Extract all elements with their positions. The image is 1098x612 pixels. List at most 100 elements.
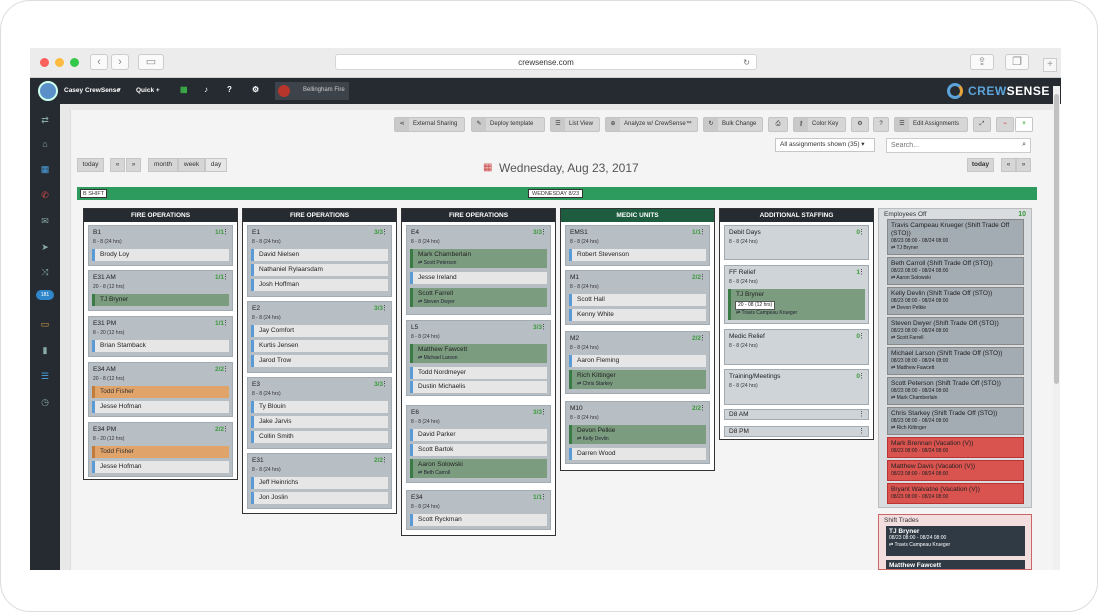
assignment-slot[interactable]: Mark Chamberlain ⇄ Scott Peterson (410, 249, 547, 268)
unit-card-e34pm[interactable]: E34 PM 2/2 ⋮ 8 - 20 (12 hrs) Todd Fisher Jess… (88, 422, 233, 477)
assignment-slot[interactable]: Jeff Heinrichs (251, 477, 388, 489)
analyze-button[interactable]: ⊕ Analyze w/ CrewSense™ (605, 117, 698, 132)
user-menu[interactable]: Casey CrewSense (64, 87, 120, 94)
assignment-slot[interactable]: David Nielsen (251, 249, 388, 261)
employee-off-item[interactable]: Steven Dwyer (Shift Trade Off (STO)) 08/2… (887, 317, 1024, 345)
prev-right-button[interactable]: « (1001, 158, 1016, 172)
assignment-slot[interactable]: Ty Blouin (251, 401, 388, 413)
deploy-template-button[interactable]: ✎ Deploy template (471, 117, 545, 132)
print-button[interactable]: ⎙ (768, 117, 788, 132)
employee-off-item[interactable]: Matthew Davis (Vacation (V)) 08/23 08:00 … (887, 460, 1024, 481)
assignment-slot[interactable]: Todd Nordmeyer (410, 367, 547, 379)
bell-icon[interactable]: ♪ (204, 85, 208, 94)
sidebar-toggle-icon[interactable]: ▭ (138, 54, 164, 70)
help-button[interactable]: ? (873, 117, 889, 132)
unit-card-d8am[interactable]: D8 AM ⋮ (724, 409, 869, 420)
assignment-slot[interactable]: Robert Stevenson (569, 249, 706, 261)
employee-off-item[interactable]: Mark Brennan (Vacation (V)) 08/23 08:00 -… (887, 437, 1024, 458)
next-right-button[interactable]: » (1016, 158, 1031, 172)
employee-off-item[interactable]: Kelly Devlin (Shift Trade Off (STO)) 08/2… (887, 287, 1024, 315)
unit-card-e34am[interactable]: E34 AM 2/2 ⋮ 20 - 8 (12 hrs) Todd Fisher Jess… (88, 362, 233, 417)
assignment-slot[interactable]: Brian Stamback (92, 340, 229, 352)
assignment-slot[interactable]: Jay Comfort (251, 325, 388, 337)
assignment-slot[interactable]: Todd Fisher (92, 446, 229, 458)
today-button[interactable]: today (77, 158, 104, 172)
today-right-button[interactable]: today (967, 158, 994, 172)
unit-card-medic-relief[interactable]: Medic Relief 0 ⋮ 8 - 8 (24 hrs) (724, 329, 869, 365)
unit-card-d8pm[interactable]: D8 PM ⋮ (724, 426, 869, 437)
unit-card-e3[interactable]: E3 3/3 ⋮ 8 - 8 (24 hrs) Ty Blouin Jake Jarvis… (247, 377, 392, 449)
address-bar[interactable]: crewsense.com ↻ (335, 54, 757, 70)
share-icon[interactable]: ⇪ (970, 54, 994, 70)
assignment-slot[interactable]: Scott Farrell ⇄ Steven Dwyer (410, 288, 547, 307)
unit-card-m2[interactable]: M2 2/2 ⋮ 8 - 8 (24 hrs) Aaron Fleming Rich Ki… (565, 331, 710, 394)
unit-card-e2[interactable]: E2 3/3 ⋮ 8 - 8 (24 hrs) Jay Comfort Kurtis Je… (247, 301, 392, 373)
forward-icon[interactable]: › (111, 54, 129, 70)
assignment-slot[interactable]: Devon Pelkie ⇄ Kelly Devlin (569, 425, 706, 444)
folder-icon[interactable]: ▭ (39, 318, 51, 330)
external-sharing-button[interactable]: ⋖ External Sharing (394, 117, 465, 132)
avatar[interactable] (38, 81, 58, 101)
back-icon[interactable]: ‹ (90, 54, 108, 70)
close-window-button[interactable] (40, 58, 49, 67)
scrollbar-thumb[interactable] (1054, 94, 1059, 384)
help-icon[interactable]: ? (227, 85, 232, 94)
home-icon[interactable]: ⌂ (39, 138, 51, 150)
mail-icon[interactable]: ✉ (39, 215, 51, 227)
unit-card-e6[interactable]: E6 3/3 ⋮ 8 - 8 (24 hrs) David Parker Scott Ba… (406, 405, 551, 483)
minimize-window-button[interactable] (55, 58, 64, 67)
assignment-slot[interactable]: Jesse Ireland (410, 272, 547, 284)
assignment-slot[interactable]: Jesse Hofman (92, 401, 229, 413)
assignment-slot[interactable]: Scott Ryckman (410, 514, 547, 526)
scrollbar[interactable] (1053, 86, 1060, 570)
search-field[interactable] (887, 139, 1012, 152)
assignment-filter-dropdown[interactable]: All assignments shown (35) ▾ (775, 138, 875, 152)
assignment-slot[interactable]: Jesse Hofman (92, 461, 229, 473)
settings-button[interactable]: ⚙ (851, 117, 869, 132)
quick-add-menu[interactable]: Quick + (136, 87, 160, 94)
send-icon[interactable]: ➤ (39, 241, 51, 253)
calendar-icon[interactable]: ▦ (483, 162, 492, 173)
unit-card-debit-days[interactable]: Debit Days 0 ⋮ 8 - 8 (24 hrs) (724, 225, 869, 260)
shift-trade-item[interactable]: TJ Bryner 08/23 08:00 - 08/24 08:00 ⇄ Trav… (886, 526, 1025, 556)
unit-card-e1[interactable]: E1 3/3 ⋮ 8 - 8 (24 hrs) David Nielsen Nathani… (247, 225, 392, 297)
transfer-icon[interactable]: ⇄ (39, 114, 51, 126)
clock-icon[interactable]: ◷ (39, 396, 51, 408)
assignment-slot[interactable]: Jarod Trow (251, 355, 388, 367)
unit-card-e34[interactable]: E34 1/1 ⋮ 8 - 8 (24 hrs) Scott Ryckman (406, 490, 551, 530)
month-view-button[interactable]: month (148, 158, 178, 172)
reload-icon[interactable]: ↻ (743, 55, 750, 70)
new-tab-button[interactable]: + (1043, 58, 1057, 72)
assignment-slot[interactable]: Kenny White (569, 309, 706, 321)
assignment-slot[interactable]: Aaron Solowski ⇄ Beth Carroll (410, 459, 547, 478)
assignment-slot[interactable]: David Parker (410, 429, 547, 441)
assignment-slot[interactable]: Todd Fisher (92, 386, 229, 398)
unit-card-l5[interactable]: L5 3/3 ⋮ 8 - 8 (24 hrs) Matthew Fawcett ⇄ Mic… (406, 320, 551, 396)
week-view-button[interactable]: week (178, 158, 205, 172)
unit-card-e4[interactable]: E4 3/3 ⋮ 8 - 8 (24 hrs) Mark Chamberlain ⇄ Sc… (406, 225, 551, 315)
unit-card-b1[interactable]: B1 1/1 ⋮ 8 - 8 (24 hrs) Brody Loy (88, 225, 233, 266)
assignment-slot[interactable]: Aaron Fleming (569, 355, 706, 367)
employee-off-item[interactable]: Bryant Walvatne (Vacation (V)) 08/23 08:0… (887, 483, 1024, 504)
settings-icon[interactable]: ⚙ (252, 85, 259, 94)
shift-trade-item[interactable]: Matthew Fawcett (886, 560, 1025, 569)
assignment-slot[interactable]: Collin Smith (251, 431, 388, 443)
unit-card-m1[interactable]: M1 2/2 ⋮ 8 - 8 (24 hrs) Scott Hall Kenny Whit… (565, 270, 710, 325)
employee-off-item[interactable]: Beth Carroll (Shift Trade Off (STO)) 08/2… (887, 257, 1024, 285)
assignment-slot[interactable]: Nathaniel Rylaarsdam (251, 264, 388, 276)
notification-badge[interactable]: 181 (36, 290, 54, 300)
employee-off-item[interactable]: Travis Campeau Krueger (Shift Trade Off … (887, 219, 1024, 255)
bulk-change-button[interactable]: ↻ Bulk Change (703, 117, 763, 132)
assignment-slot[interactable]: Dustin Michaelis (410, 381, 547, 393)
chart-icon[interactable]: ▮ (39, 344, 51, 356)
assignment-slot[interactable]: TJ Bryner (92, 294, 229, 306)
employee-off-item[interactable]: Scott Peterson (Shift Trade Off (STO)) 08… (887, 377, 1024, 405)
calendar-icon[interactable]: ▦ (180, 85, 188, 94)
schedule-icon[interactable]: ▦ (39, 163, 51, 175)
assignment-slot[interactable]: Brody Loy (92, 249, 229, 261)
prev-button[interactable]: « (110, 158, 125, 172)
assignment-slot[interactable]: Darren Wood (569, 448, 706, 460)
assignment-slot[interactable]: Scott Bartok (410, 444, 547, 456)
unit-card-m10[interactable]: M10 2/2 ⋮ 8 - 8 (24 hrs) Devon Pelkie ⇄ Kelly… (565, 401, 710, 464)
tabs-icon[interactable]: ❐ (1005, 54, 1029, 70)
